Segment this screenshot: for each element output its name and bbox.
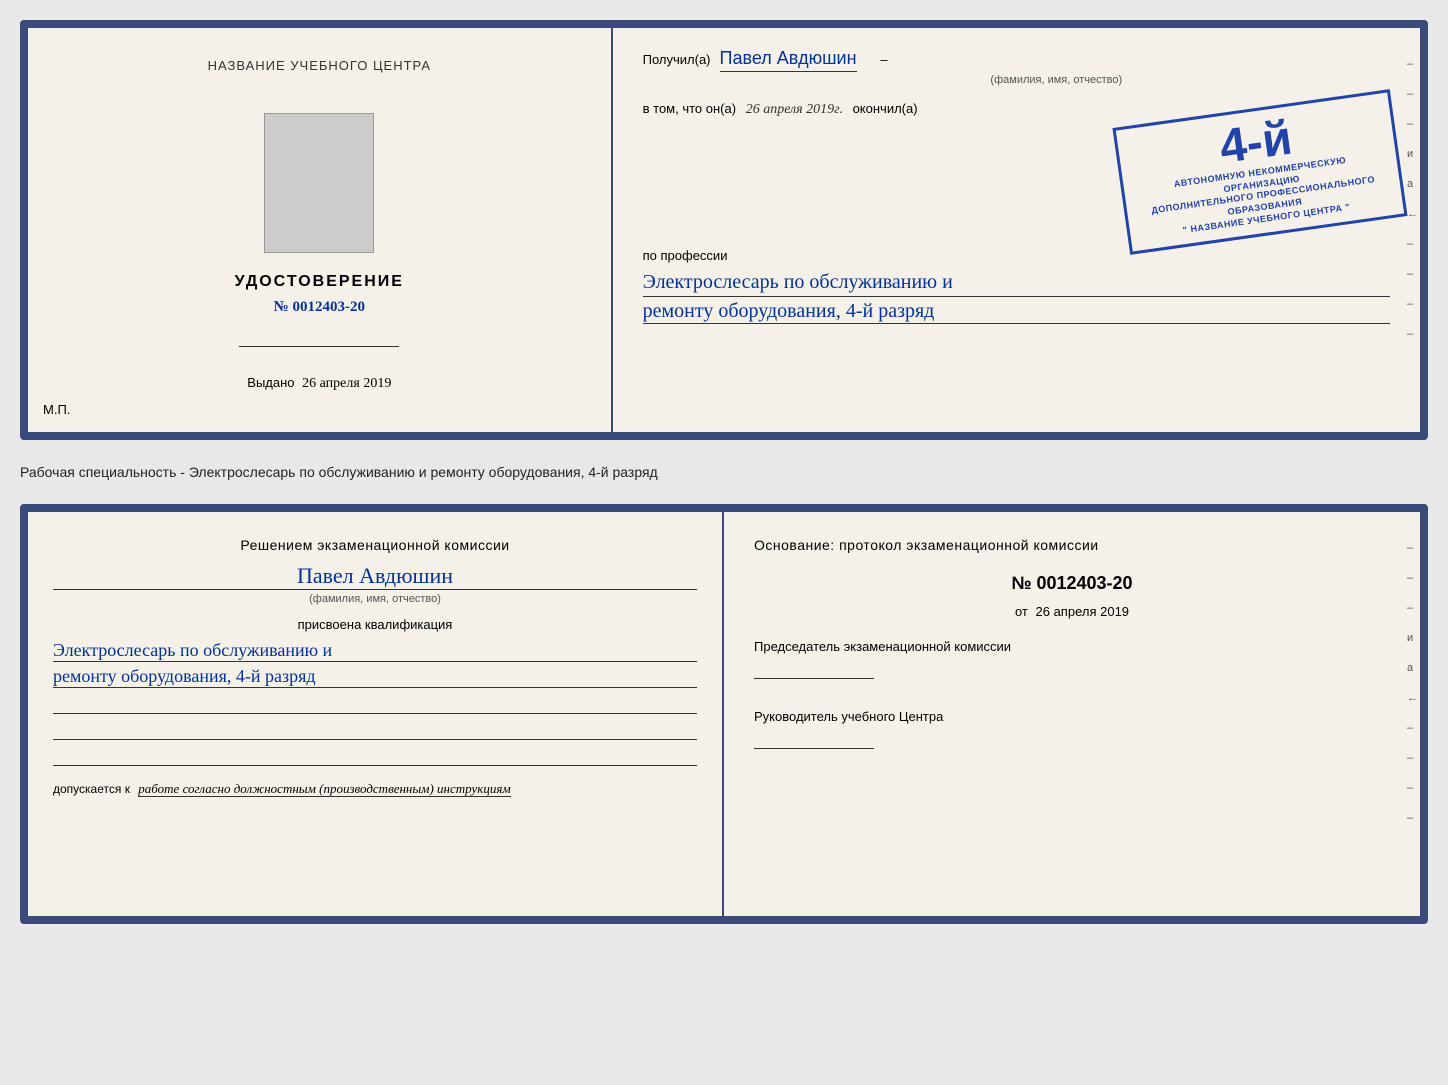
photo-placeholder	[264, 113, 374, 253]
qualification-line2: ремонту оборудования, 4-й разряд	[53, 666, 697, 688]
qualification-line1: Электрослесарь по обслуживанию и	[53, 640, 697, 662]
document-top: НАЗВАНИЕ УЧЕБНОГО ЦЕНТРА УДОСТОВЕРЕНИЕ №…	[20, 20, 1428, 440]
side-mark-1: –	[1407, 58, 1418, 70]
top-left-title: НАЗВАНИЕ УЧЕБНОГО ЦЕНТРА	[208, 58, 431, 73]
director-label: Руководитель учебного Центра	[754, 709, 1390, 749]
bottom-name: Павел Авдюшин	[53, 563, 697, 590]
basis-title: Основание: протокол экзаменационной коми…	[754, 537, 1390, 553]
profession-line2: ремонту оборудования, 4-й разряд	[643, 300, 1390, 324]
document-bottom: Решением экзаменационной комиссии Павел …	[20, 504, 1428, 924]
finished-label: окончил(а)	[853, 101, 918, 116]
director-signature	[754, 729, 874, 749]
admitted-text: допускается к работе согласно должностны…	[53, 781, 697, 797]
protocol-number: № 0012403-20	[754, 573, 1390, 594]
profession-label: по профессии	[643, 248, 1390, 263]
protocol-date: от 26 апреля 2019	[754, 604, 1390, 619]
side-marks-top: – – – и а ← – – – –	[1407, 58, 1418, 340]
side-mark-4: и	[1407, 148, 1418, 160]
blank-line-3	[53, 744, 697, 766]
blank-line-1	[53, 692, 697, 714]
page-wrapper: НАЗВАНИЕ УЧЕБНОГО ЦЕНТРА УДОСТОВЕРЕНИЕ №…	[20, 20, 1428, 924]
stamp-box: 4-й АВТОНОМНУЮ НЕКОММЕРЧЕСКУЮ ОРГАНИЗАЦИ…	[1112, 89, 1407, 255]
mp-label: М.П.	[43, 402, 70, 417]
side-mark-3: –	[1407, 118, 1418, 130]
protocol-date-prefix: от	[1015, 604, 1028, 619]
protocol-date-value: 26 апреля 2019	[1036, 604, 1130, 619]
fio-hint-top: (фамилия, имя, отчество)	[643, 74, 1390, 86]
side-marks-bottom: – – – и а ← – – – –	[1407, 542, 1418, 824]
in-that-date: 26 апреля 2019г.	[746, 102, 843, 117]
in-that-prefix: в том, что он(а)	[643, 101, 736, 116]
doc-bottom-left: Решением экзаменационной комиссии Павел …	[28, 512, 724, 916]
issued-date: 26 апреля 2019	[302, 376, 391, 391]
issued-line: Выдано 26 апреля 2019	[247, 375, 391, 392]
blank-line-2	[53, 718, 697, 740]
recipient-prefix: Получил(а)	[643, 52, 711, 67]
chairman-signature	[754, 659, 874, 679]
fio-hint-bottom: (фамилия, имя, отчество)	[53, 593, 697, 605]
decision-title: Решением экзаменационной комиссии	[53, 537, 697, 553]
side-mark-10: –	[1407, 328, 1418, 340]
issued-label: Выдано	[247, 375, 294, 390]
side-mark-2: –	[1407, 88, 1418, 100]
stamp-container: 4-й АВТОНОМНУЮ НЕКОММЕРЧЕСКУЮ ОРГАНИЗАЦИ…	[1120, 108, 1400, 236]
side-mark-5: а	[1407, 178, 1418, 190]
side-mark-8: –	[1407, 268, 1418, 280]
chairman-label: Председатель экзаменационной комиссии	[754, 639, 1390, 679]
side-mark-9: –	[1407, 298, 1418, 310]
side-mark-7: –	[1407, 238, 1418, 250]
recipient-name: Павел Авдюшин	[720, 48, 857, 72]
doc-top-left: НАЗВАНИЕ УЧЕБНОГО ЦЕНТРА УДОСТОВЕРЕНИЕ №…	[28, 28, 613, 432]
side-mark-6: ←	[1407, 208, 1418, 220]
middle-text: Рабочая специальность - Электрослесарь п…	[20, 456, 1428, 488]
cert-label: УДОСТОВЕРЕНИЕ	[235, 273, 404, 291]
cert-number: № 0012403-20	[274, 299, 365, 316]
qualification-label: присвоена квалификация	[53, 617, 697, 632]
admitted-value: работе согласно должностным (производств…	[138, 781, 510, 797]
doc-top-right: Получил(а) Павел Авдюшин – (фамилия, имя…	[613, 28, 1420, 432]
profession-line1: Электрослесарь по обслуживанию и	[643, 268, 1390, 297]
doc-bottom-right: Основание: протокол экзаменационной коми…	[724, 512, 1420, 916]
admitted-prefix: допускается к	[53, 782, 130, 796]
